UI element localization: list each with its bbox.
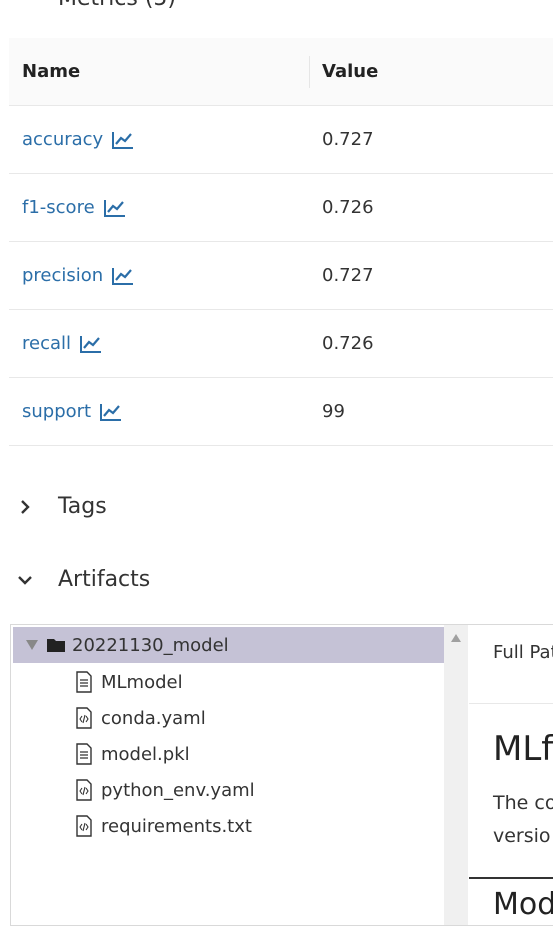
table-row: recall 0.726 — [9, 310, 553, 378]
metric-value: 0.726 — [322, 333, 374, 354]
chevron-down-icon — [18, 575, 32, 585]
scroll-up-icon[interactable] — [450, 633, 462, 643]
code-file-icon — [76, 707, 92, 729]
tree-file[interactable]: conda.yaml — [75, 700, 206, 736]
column-divider — [309, 56, 310, 88]
metric-link-recall[interactable]: recall — [22, 333, 103, 354]
artifact-tree: 20221130_model MLmodel conda.yaml model.… — [11, 625, 444, 925]
tree-file[interactable]: python_env.yaml — [75, 772, 255, 808]
tree-file[interactable]: model.pkl — [75, 736, 190, 772]
tree-file-label[interactable]: MLmodel — [101, 672, 183, 693]
metric-value: 0.726 — [322, 197, 374, 218]
metric-name[interactable]: f1-score — [22, 197, 95, 218]
metric-link-f1-score[interactable]: f1-score — [22, 197, 127, 218]
folder-icon — [47, 639, 65, 652]
table-row: accuracy 0.727 — [9, 106, 553, 174]
chart-line-icon[interactable] — [103, 198, 127, 218]
detail-separator — [469, 877, 553, 879]
column-header-name[interactable]: Name — [22, 61, 80, 82]
metric-value: 0.727 — [322, 265, 374, 286]
text-file-icon — [76, 743, 92, 765]
metric-value: 0.727 — [322, 129, 374, 150]
detail-title: MLf — [493, 729, 553, 769]
tree-file-label[interactable]: conda.yaml — [101, 708, 206, 729]
metric-link-support[interactable]: support — [22, 401, 123, 422]
table-row: precision 0.727 — [9, 242, 553, 310]
chart-line-icon[interactable] — [111, 130, 135, 150]
code-file-icon — [76, 779, 92, 801]
code-file-icon — [76, 815, 92, 837]
chart-line-icon[interactable] — [99, 402, 123, 422]
detail-subtitle: Mod — [493, 887, 553, 922]
metric-link-precision[interactable]: precision — [22, 265, 135, 286]
chart-line-icon[interactable] — [111, 266, 135, 286]
tree-file-label[interactable]: model.pkl — [101, 744, 190, 765]
tags-section-title[interactable]: Tags — [58, 494, 107, 519]
metric-value: 99 — [322, 401, 345, 422]
tree-file[interactable]: requirements.txt — [75, 808, 252, 844]
tags-section-toggle[interactable]: Tags — [14, 494, 107, 519]
table-row: support 99 — [9, 378, 553, 446]
tree-file-label[interactable]: python_env.yaml — [101, 780, 255, 801]
metrics-section-title[interactable]: Metrics (5) — [58, 0, 176, 11]
detail-text-line: versio — [493, 825, 551, 847]
metric-name[interactable]: support — [22, 401, 91, 422]
metrics-table-header: Name Value — [9, 38, 553, 106]
column-header-value[interactable]: Value — [322, 61, 378, 82]
artifacts-section-toggle[interactable]: Artifacts — [14, 567, 150, 592]
tree-folder-label[interactable]: 20221130_model — [72, 635, 229, 656]
metric-name[interactable]: accuracy — [22, 129, 103, 150]
tree-file[interactable]: MLmodel — [75, 664, 183, 700]
tree-folder-root[interactable]: 20221130_model — [13, 627, 444, 663]
chart-line-icon[interactable] — [79, 334, 103, 354]
tree-file-label[interactable]: requirements.txt — [101, 816, 252, 837]
full-path-label: Full Pat — [493, 642, 553, 663]
text-file-icon — [76, 671, 92, 693]
metrics-table: Name Value accuracy 0.727 f1-score 0.726… — [9, 38, 553, 446]
metric-name[interactable]: recall — [22, 333, 71, 354]
tree-scrollbar[interactable] — [444, 625, 468, 925]
caret-down-icon[interactable] — [25, 638, 39, 652]
artifacts-section-title[interactable]: Artifacts — [58, 567, 150, 592]
artifacts-panel: 20221130_model MLmodel conda.yaml model.… — [10, 624, 553, 926]
detail-text-line: The co — [493, 792, 553, 814]
chevron-right-icon — [21, 499, 30, 514]
artifact-detail-pane: Full Pat MLf The co versio Mod — [469, 625, 553, 925]
table-row: f1-score 0.726 — [9, 174, 553, 242]
metric-link-accuracy[interactable]: accuracy — [22, 129, 135, 150]
metric-name[interactable]: precision — [22, 265, 103, 286]
detail-divider — [469, 703, 553, 704]
